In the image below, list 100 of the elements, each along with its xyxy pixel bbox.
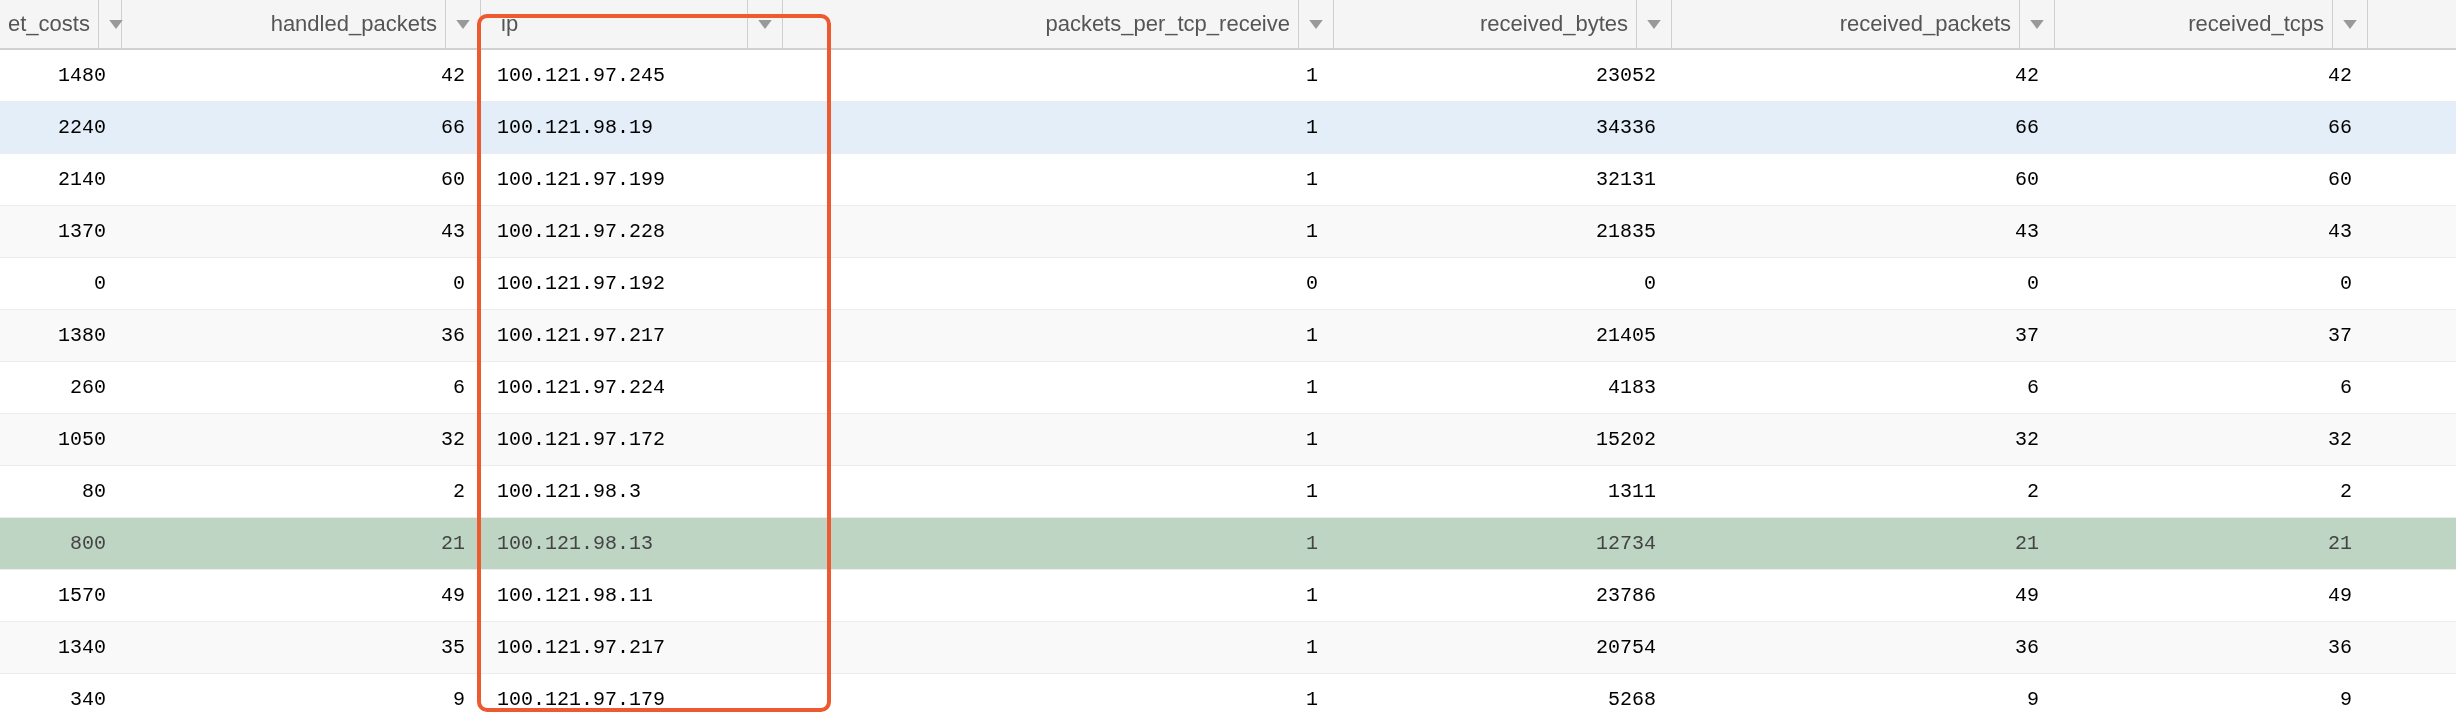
table-cell-text: 0 bbox=[93, 271, 107, 297]
column-header[interactable]: received_packets bbox=[1672, 0, 2055, 48]
table-cell-text: 4183 bbox=[1607, 375, 1657, 401]
table-cell-text: 21 bbox=[2327, 531, 2353, 557]
table-cell-text: 9 bbox=[2026, 687, 2040, 713]
table-cell-text: 1 bbox=[1305, 323, 1319, 349]
table-cell-text: 66 bbox=[2014, 115, 2040, 141]
table-cell-text: 36 bbox=[2014, 635, 2040, 661]
table-cell-text: 100.121.97.228 bbox=[496, 219, 667, 245]
table-cell-text: 1 bbox=[1305, 115, 1319, 141]
table-cell-text: 60 bbox=[440, 167, 466, 193]
table-cell-text: 1370 bbox=[57, 219, 107, 245]
table-row[interactable]: 1340 35 100.121.97.217 1 20754 36 36 bbox=[0, 622, 2456, 674]
table-cell-text: 100.121.97.245 bbox=[496, 63, 667, 89]
table-cell-text: 1 bbox=[1305, 427, 1319, 453]
table-row[interactable]: 1370 43 100.121.97.228 1 21835 43 43 bbox=[0, 206, 2456, 258]
column-title: received_tcps bbox=[2187, 11, 2325, 37]
column-header[interactable]: et_costs bbox=[0, 0, 122, 48]
dropdown-icon bbox=[2343, 19, 2357, 29]
table-cell-text: 100.121.97.199 bbox=[496, 167, 667, 193]
table-cell-text: 21 bbox=[440, 531, 466, 557]
dropdown-icon bbox=[758, 19, 772, 29]
table-cell-text: 35 bbox=[440, 635, 466, 661]
column-header[interactable]: received_tcps bbox=[2055, 0, 2368, 48]
table-cell-text: 42 bbox=[440, 63, 466, 89]
table-row[interactable]: 1380 36 100.121.97.217 1 21405 37 37 bbox=[0, 310, 2456, 362]
table-cell-text: 0 bbox=[2339, 271, 2353, 297]
table-cell-text: 1 bbox=[1305, 479, 1319, 505]
table-cell-text: 21835 bbox=[1595, 219, 1657, 245]
column-header[interactable]: handled_packets bbox=[122, 0, 481, 48]
table-cell-text: 66 bbox=[2327, 115, 2353, 141]
column-title: packets_per_tcp_receive bbox=[1044, 11, 1291, 37]
table-cell-text: 9 bbox=[452, 687, 466, 713]
table-cell-text: 23052 bbox=[1595, 63, 1657, 89]
table-cell-text: 2 bbox=[2339, 479, 2353, 505]
table-cell-text: 43 bbox=[2327, 219, 2353, 245]
table-row[interactable]: 1050 32 100.121.97.172 1 15202 32 32 bbox=[0, 414, 2456, 466]
table-cell-text: 100.121.97.172 bbox=[496, 427, 667, 453]
table-cell-text: 37 bbox=[2327, 323, 2353, 349]
table-cell-text: 2 bbox=[2026, 479, 2040, 505]
table-cell-text: 36 bbox=[440, 323, 466, 349]
table-cell-text: 1570 bbox=[57, 583, 107, 609]
table-cell-text: 100.121.97.217 bbox=[496, 635, 667, 661]
table-cell-text: 49 bbox=[440, 583, 466, 609]
dropdown-icon bbox=[108, 19, 123, 29]
table-cell-text: 21 bbox=[2014, 531, 2040, 557]
column-title: received_bytes bbox=[1479, 11, 1629, 37]
table-cell-text: 32131 bbox=[1595, 167, 1657, 193]
table-cell-text: 42 bbox=[2014, 63, 2040, 89]
table-cell-text: 0 bbox=[2026, 271, 2040, 297]
table-cell-text: 1340 bbox=[57, 635, 107, 661]
table-cell-text: 100.121.98.11 bbox=[496, 583, 655, 609]
table-cell-text: 1 bbox=[1305, 375, 1319, 401]
table-row[interactable]: 2240 66 100.121.98.19 1 34336 66 66 bbox=[0, 102, 2456, 154]
table-cell-text: 1 bbox=[1305, 219, 1319, 245]
table-row[interactable]: 800 21 100.121.98.13 1 12734 21 21 bbox=[0, 518, 2456, 570]
table-cell-text: 800 bbox=[69, 531, 107, 557]
table-cell-text: 32 bbox=[440, 427, 466, 453]
table-cell-text: 15202 bbox=[1595, 427, 1657, 453]
table-cell-text: 12734 bbox=[1595, 531, 1657, 557]
table-cell-text: 2 bbox=[452, 479, 466, 505]
column-header[interactable]: received_bytes bbox=[1334, 0, 1672, 48]
table-cell-text: 60 bbox=[2014, 167, 2040, 193]
table-cell-text: 1380 bbox=[57, 323, 107, 349]
table-cell-text: 34336 bbox=[1595, 115, 1657, 141]
column-title: received_packets bbox=[1838, 11, 2012, 37]
column-title: ip bbox=[500, 11, 520, 37]
dropdown-icon bbox=[456, 19, 470, 29]
table-cell-text: 1050 bbox=[57, 427, 107, 453]
table-cell-text: 1 bbox=[1305, 167, 1319, 193]
table-cell-text: 1 bbox=[1305, 63, 1319, 89]
table-cell-text: 32 bbox=[2327, 427, 2353, 453]
table-cell-text: 2240 bbox=[57, 115, 107, 141]
table-cell-text: 23786 bbox=[1595, 583, 1657, 609]
dropdown-icon bbox=[2030, 19, 2044, 29]
table-cell-text: 21405 bbox=[1595, 323, 1657, 349]
table-cell-text: 80 bbox=[81, 479, 107, 505]
column-title: et_costs bbox=[7, 11, 91, 37]
table-cell-text: 1311 bbox=[1607, 479, 1657, 505]
table-cell-text: 1 bbox=[1305, 583, 1319, 609]
table-cell-text: 43 bbox=[440, 219, 466, 245]
dropdown-icon bbox=[1647, 19, 1661, 29]
table-cell-text: 1 bbox=[1305, 531, 1319, 557]
column-header[interactable]: packets_per_tcp_receive bbox=[783, 0, 1334, 48]
table-cell-text: 100.121.98.3 bbox=[496, 479, 643, 505]
table-cell-text: 0 bbox=[452, 271, 466, 297]
table-cell-text: 36 bbox=[2327, 635, 2353, 661]
table-cell-text: 6 bbox=[452, 375, 466, 401]
table-cell-text: 1 bbox=[1305, 687, 1319, 713]
table-cell-text: 100.121.98.13 bbox=[496, 531, 655, 557]
table-cell-text: 0 bbox=[1305, 271, 1319, 297]
table-cell-text: 100.121.97.224 bbox=[496, 375, 667, 401]
table-cell-text: 42 bbox=[2327, 63, 2353, 89]
column-header[interactable]: ip bbox=[481, 0, 783, 48]
table-cell-text: 260 bbox=[69, 375, 107, 401]
table-cell-text: 37 bbox=[2014, 323, 2040, 349]
table-cell-text: 9 bbox=[2339, 687, 2353, 713]
table-cell-text: 20754 bbox=[1595, 635, 1657, 661]
table-cell-text: 6 bbox=[2339, 375, 2353, 401]
table-cell-text: 1480 bbox=[57, 63, 107, 89]
